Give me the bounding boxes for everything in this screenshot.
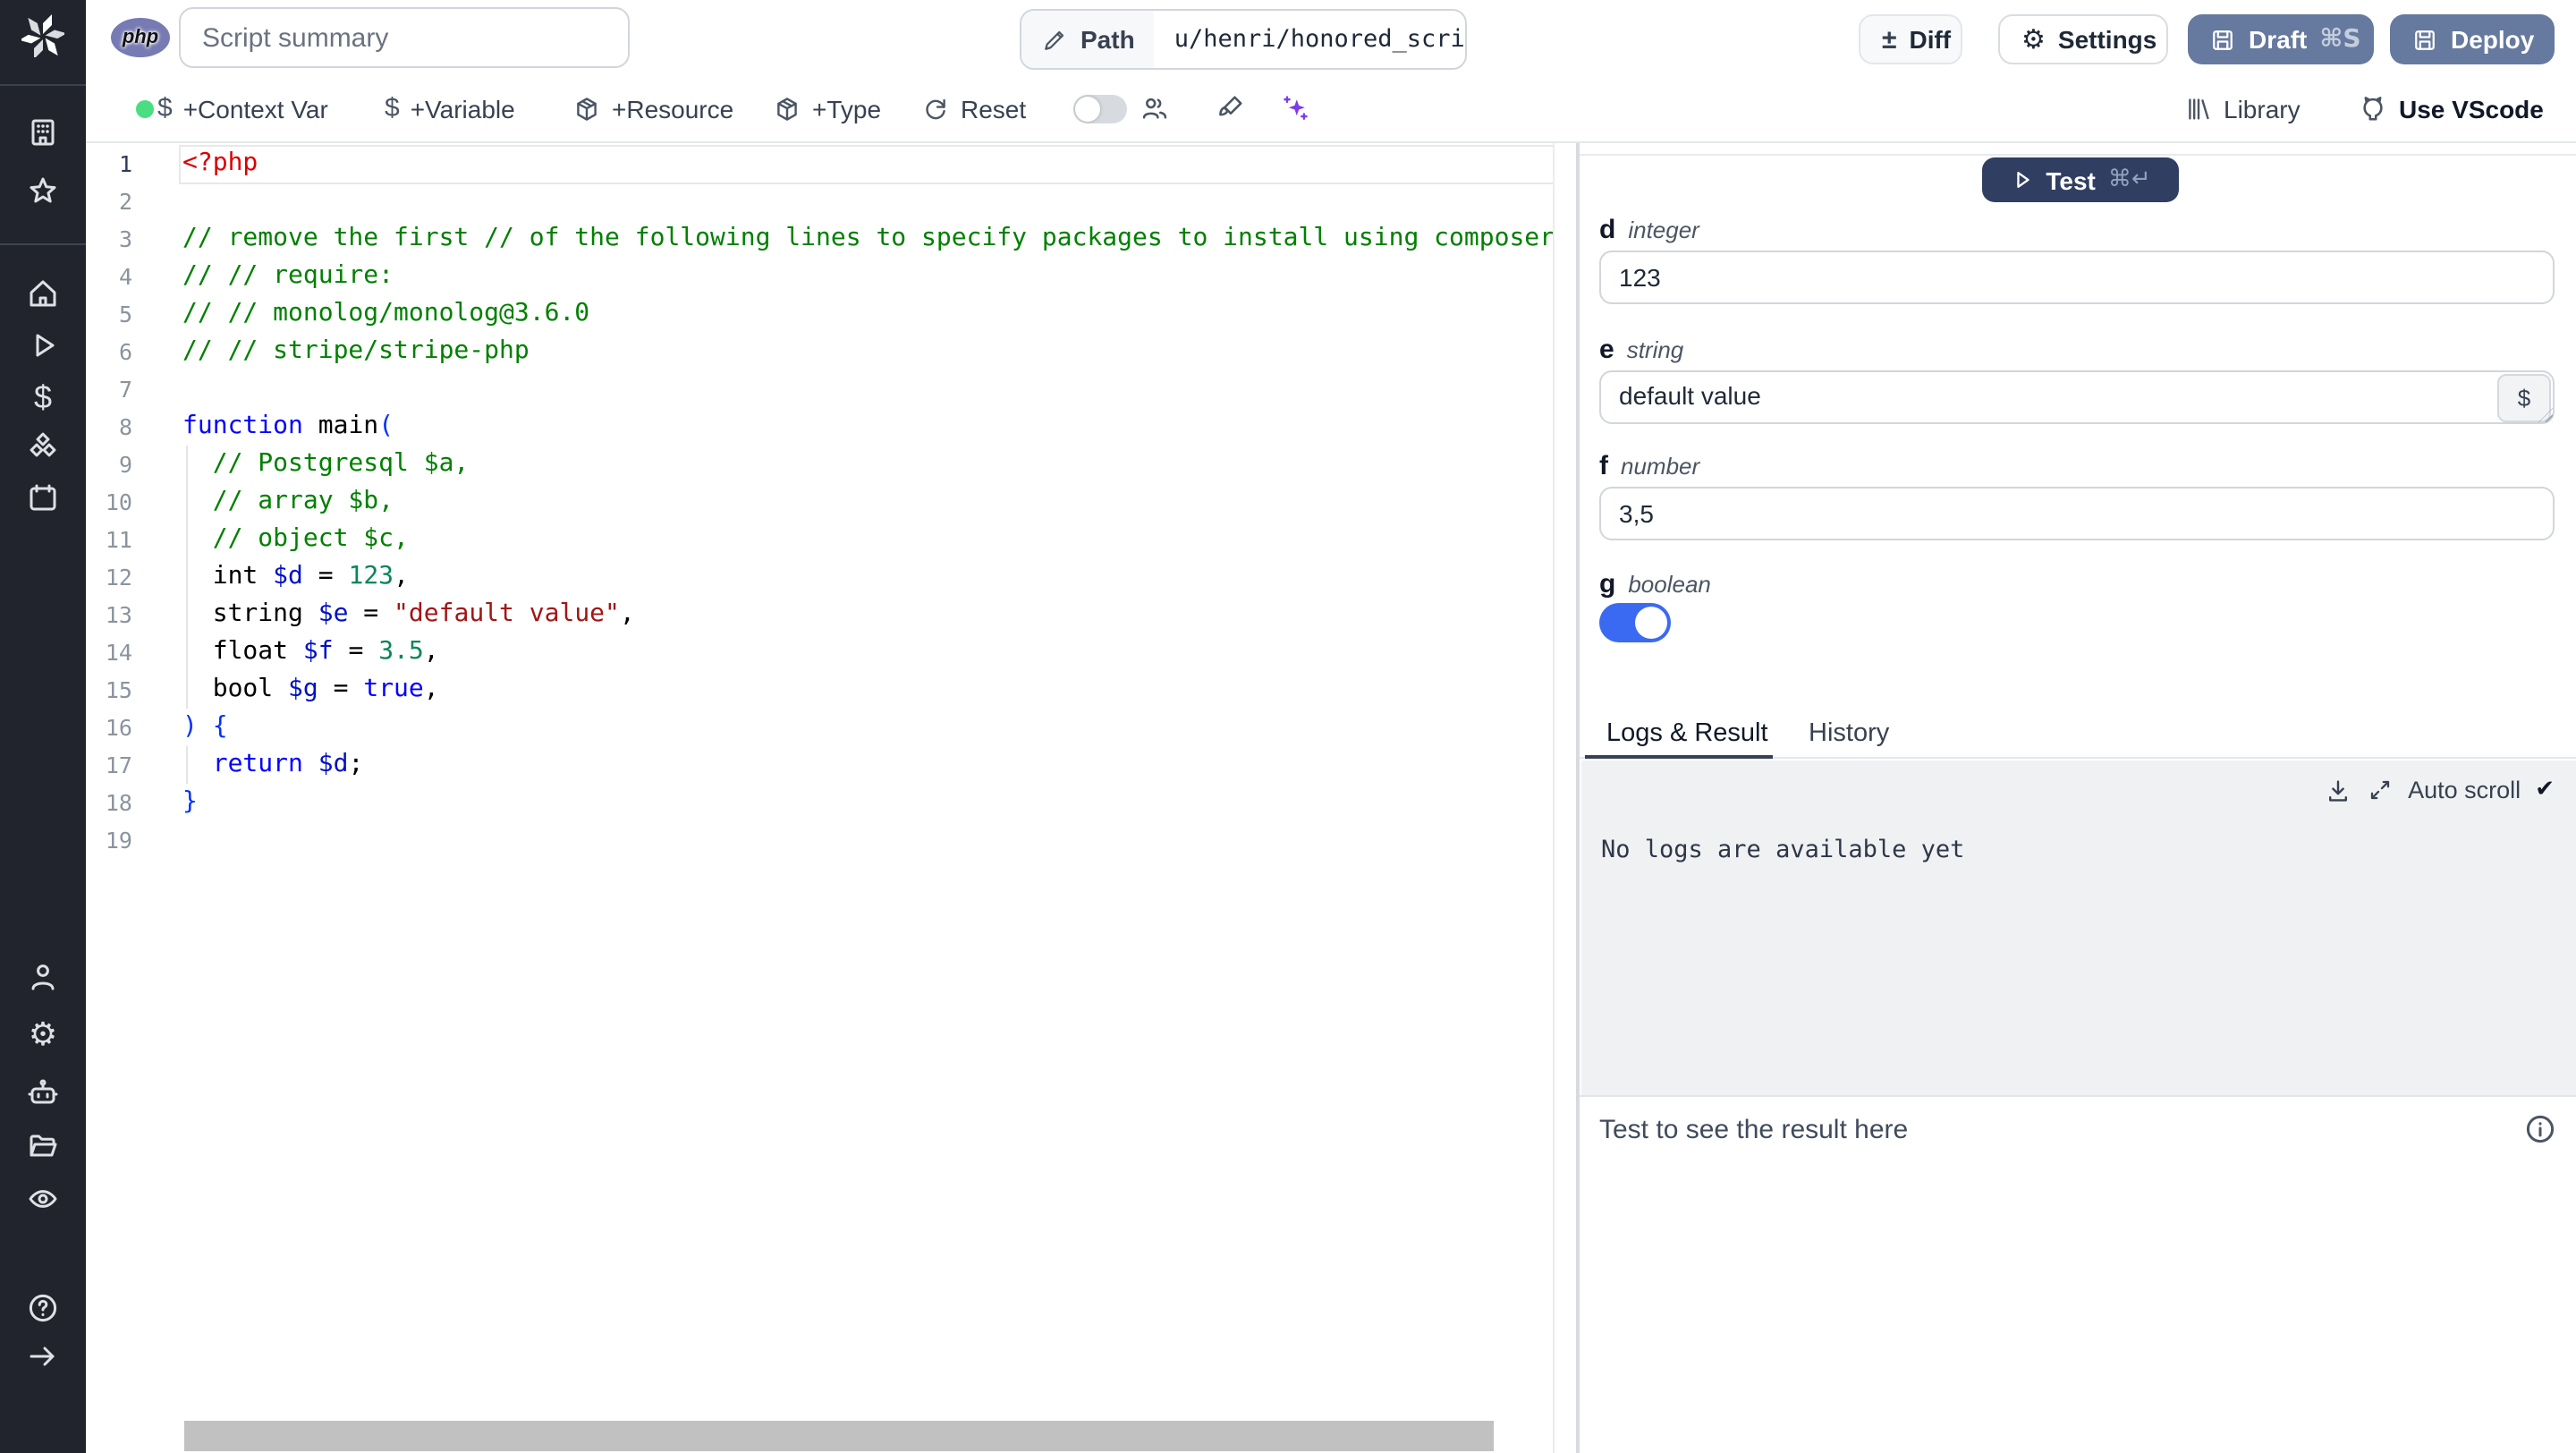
editor-gutter: 1 2 3 4 5 6 7 8 9 10 11 12 13 14 15 16 17 18 19 [105,150,132,854]
field-input-f[interactable] [1599,487,2555,540]
path-value: u/henri/honored_script [1174,25,1467,54]
diff-button[interactable]: ± Diff [1859,14,1962,64]
user-icon[interactable] [25,959,61,995]
insert-variable-dollar-button[interactable]: $ [2497,374,2551,422]
workspace-building-icon[interactable] [25,115,61,150]
deploy-button[interactable]: Deploy [2390,14,2555,64]
logs-toolbar: Auto scroll ✔ [2324,776,2555,804]
ai-assistant-button[interactable] [1279,75,1311,141]
tab-logs-result[interactable]: Logs & Result [1585,712,1790,759]
plus-minus-icon: ± [1882,24,1897,55]
result-tabs: Logs & Result History [1580,712,2576,759]
indent-guide [186,446,188,709]
tab-history[interactable]: History [1787,712,1911,759]
brush-icon [1215,93,1245,123]
add-context-var-button[interactable]: $ +Context Var [157,75,328,141]
sidebar: $ ⚙ [0,0,86,1453]
runs-play-icon[interactable] [25,327,61,363]
ai-robot-icon[interactable] [25,1074,61,1109]
download-icon[interactable] [2324,776,2352,804]
favorites-star-icon[interactable] [25,174,61,209]
path-label: Path [1080,25,1135,54]
test-button[interactable]: Test ⌘↵ [1982,157,2179,202]
field-label-g: g boolean [1599,569,1711,599]
users-icon [1140,93,1170,123]
library-button[interactable]: Library [2184,75,2301,141]
field-label-d: d integer [1599,215,1699,245]
script-summary-input[interactable] [179,7,630,68]
sparkles-icon [1279,92,1311,124]
gear-icon: ⚙ [2021,23,2046,55]
use-vscode-button[interactable]: Use VScode [2358,75,2544,141]
reset-icon [921,94,950,123]
path-label-section[interactable]: Path [1021,11,1155,68]
github-icon [2358,93,2388,123]
variables-dollar-icon[interactable]: $ [25,379,61,415]
add-variable-button[interactable]: $ +Variable [385,75,515,141]
sidebar-divider [0,84,86,86]
php-language-badge: php [111,18,170,57]
indent-guide [186,746,188,784]
diff-mode-toggle[interactable] [1073,95,1127,123]
no-logs-message: No logs are available yet [1601,835,1965,863]
package-icon [773,94,801,123]
schedules-calendar-icon[interactable] [25,480,61,515]
format-brush-icon[interactable] [1215,75,1245,141]
run-preview-panel: Test ⌘↵ d integer e string default value… [1580,143,2576,1453]
multiplayer-users-icon[interactable] [1140,75,1170,141]
eye-icon[interactable] [25,1181,61,1217]
top-bar: php Path u/henri/honored_script ± Diff ⚙… [86,0,2576,77]
test-shortcut: ⌘↵ [2107,166,2151,193]
expand-icon[interactable] [2367,777,2394,803]
editor-overview-ruler [1553,143,1555,1453]
path-widget[interactable]: Path u/henri/honored_script [1020,9,1467,70]
sidebar-divider [0,243,86,245]
logs-result-divider [1580,1095,2576,1097]
collapse-arrow-right-icon[interactable] [25,1338,61,1374]
draft-shortcut: ⌘S [2319,25,2361,54]
dollar-icon: $ [157,93,173,123]
active-tab-underline [1585,754,1773,759]
dollar-icon: $ [385,93,400,123]
field-input-e[interactable]: default value [1599,370,2555,424]
editor-code[interactable]: <?php// remove the first // of the follo… [182,145,1553,859]
save-icon [2411,26,2438,53]
add-resource-button[interactable]: +Resource [572,75,733,141]
logs-panel: Auto scroll ✔ No logs are available yet [1581,760,2576,1095]
info-icon[interactable] [2522,1111,2558,1147]
pencil-icon [1041,26,1068,53]
resources-cubes-icon[interactable] [25,429,61,465]
play-icon [2010,168,2033,191]
library-icon [2184,94,2213,123]
field-input-d[interactable] [1599,251,2555,304]
windmill-script-editor: $ ⚙ php Script summary Path u/henri/hono… [0,0,2576,1453]
panel-top-border [1580,154,2576,156]
horizontal-scrollbar[interactable] [184,1421,1494,1451]
field-label-e: e string [1599,335,1684,365]
settings-gear-icon[interactable]: ⚙ [25,1016,61,1052]
home-icon[interactable] [25,276,61,311]
result-placeholder: Test to see the result here [1599,1115,1909,1145]
code-editor[interactable]: 1 2 3 4 5 6 7 8 9 10 11 12 13 14 15 16 17 18 19 <?php// re… [86,143,1576,1453]
windmill-logo[interactable] [21,14,64,57]
add-type-button[interactable]: +Type [773,75,881,141]
reset-button[interactable]: Reset [921,75,1026,141]
folders-icon[interactable] [25,1127,61,1163]
editor-toolbar: $ +Context Var $ +Variable +Resource +Ty… [86,75,2576,143]
status-dot [136,100,154,118]
help-question-icon[interactable] [25,1290,61,1326]
settings-button[interactable]: ⚙ Settings [1998,14,2168,64]
check-icon[interactable]: ✔ [2535,777,2555,803]
draft-button[interactable]: Draft ⌘S [2188,14,2374,64]
auto-scroll-label[interactable]: Auto scroll [2408,777,2521,803]
field-toggle-g[interactable] [1599,603,1671,642]
field-label-f: f number [1599,451,1700,481]
package-icon [572,94,601,123]
save-icon [2209,26,2236,53]
